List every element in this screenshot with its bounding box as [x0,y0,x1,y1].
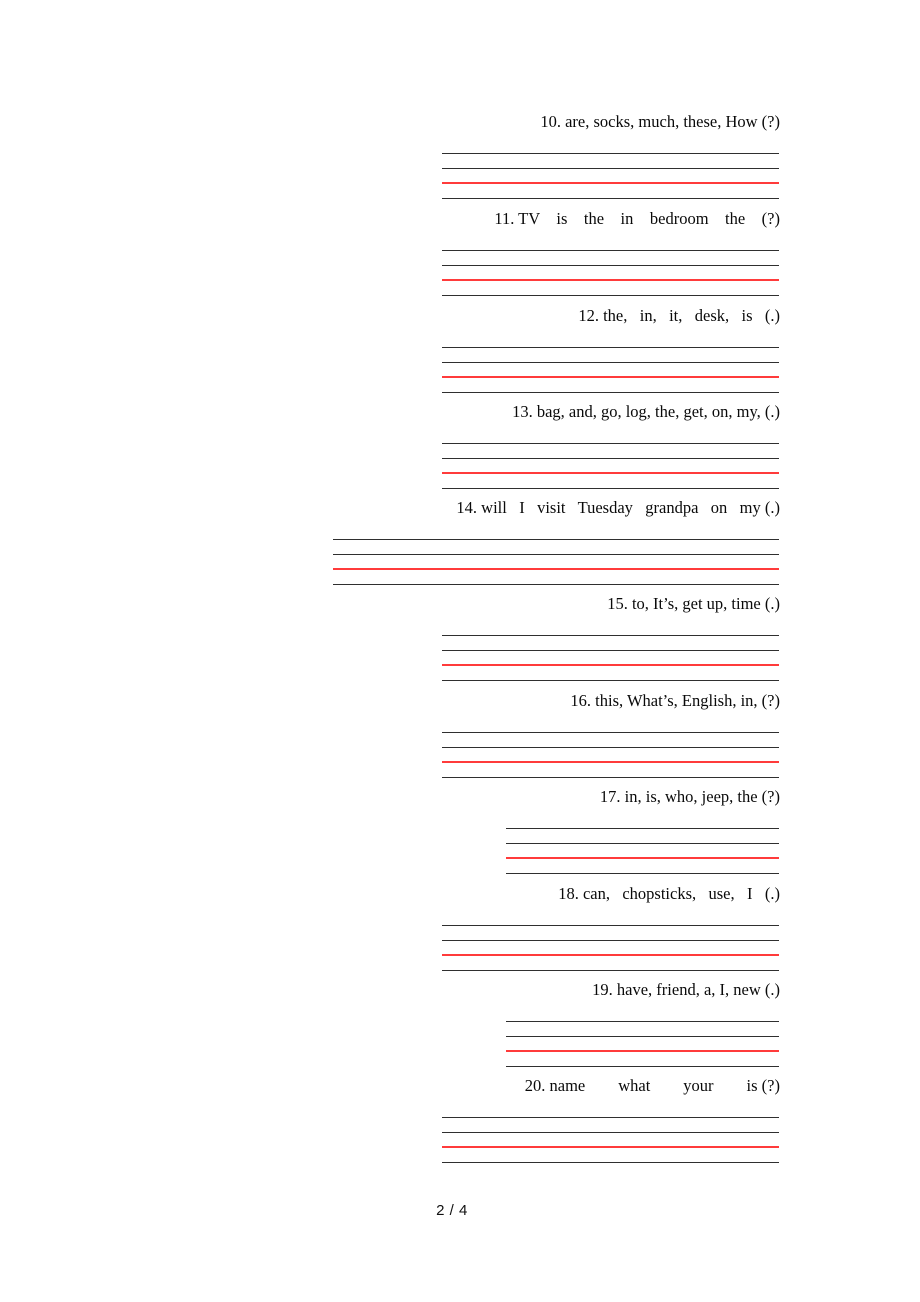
answer-line[interactable] [442,153,779,154]
answer-line-red[interactable] [506,857,779,859]
answer-lines-10[interactable] [442,153,779,199]
answer-lines-17[interactable] [506,828,779,874]
answer-line[interactable] [442,264,779,266]
answer-line[interactable] [442,347,779,348]
answer-line-red[interactable] [506,1050,779,1052]
answer-lines-18[interactable] [442,925,779,971]
answer-line[interactable] [442,635,779,636]
exercise-item-13: 13. bag, and, go, log, the, get, on, my,… [0,402,920,489]
exercise-prompt-13: 13. bag, and, go, log, the, get, on, my,… [512,402,780,421]
exercise-prompt-17: 17. in, is, who, jeep, the (?) [599,787,780,806]
answer-line[interactable] [442,361,779,363]
answer-line-red[interactable] [442,664,779,666]
exercise-prompt-19: 19. have, friend, a, I, new (.) [592,980,780,999]
answer-line-red[interactable] [442,954,779,956]
answer-line[interactable] [442,167,779,169]
answer-line[interactable] [442,294,779,296]
answer-line[interactable] [442,443,779,444]
exercise-item-10: 10. are, socks, much, these, How (?) [0,112,920,199]
page-number: 2 / 4 [436,1202,468,1219]
exercise-item-15: 15. to, It’s, get up, time (.) [0,594,920,681]
exercise-prompt-12: 12. the, in, it, desk, is (.) [578,306,780,325]
answer-lines-11[interactable] [442,250,779,296]
exercise-prompt-20: 20. name what your is (?) [524,1076,780,1095]
answer-line[interactable] [442,746,779,748]
answer-line[interactable] [442,250,779,251]
exercise-prompt-18: 18. can, chopsticks, use, I (.) [558,884,780,903]
answer-line[interactable] [506,842,779,844]
answer-line[interactable] [442,776,779,778]
answer-line[interactable] [442,487,779,489]
exercise-prompt-14: 14. will I visit Tuesday grandpa on my (… [456,498,780,517]
answer-line[interactable] [442,925,779,926]
answer-lines-19[interactable] [506,1021,779,1067]
answer-line[interactable] [442,1161,779,1163]
exercise-item-11: 11. TV is the in bedroom the (?) [0,209,920,296]
exercise-prompt-11: 11. TV is the in bedroom the (?) [494,209,780,228]
answer-line-red[interactable] [333,568,779,570]
answer-line[interactable] [442,679,779,681]
answer-line-red[interactable] [442,376,779,378]
answer-line[interactable] [442,939,779,941]
answer-lines-14[interactable] [333,539,779,585]
answer-lines-15[interactable] [442,635,779,681]
answer-line[interactable] [442,1131,779,1133]
answer-line[interactable] [442,732,779,733]
answer-line-red[interactable] [442,1146,779,1148]
answer-line[interactable] [506,1035,779,1037]
answer-line[interactable] [506,828,779,829]
answer-line-red[interactable] [442,279,779,281]
answer-line[interactable] [442,391,779,393]
answer-lines-16[interactable] [442,732,779,778]
answer-lines-12[interactable] [442,347,779,393]
exercise-item-20: 20. name what your is (?) [0,1076,920,1163]
exercise-prompt-16: 16. this, What’s, English, in, (?) [570,691,780,710]
document-page: 10. are, socks, much, these, How (?) 11.… [0,0,920,1302]
page-footer: 2 / 4 [0,1202,920,1219]
answer-lines-20[interactable] [442,1117,779,1163]
exercise-item-12: 12. the, in, it, desk, is (.) [0,306,920,393]
answer-line[interactable] [333,539,779,540]
exercise-item-16: 16. this, What’s, English, in, (?) [0,691,920,778]
answer-line[interactable] [442,969,779,971]
answer-line[interactable] [506,1065,779,1067]
answer-line[interactable] [506,1021,779,1022]
exercise-item-17: 17. in, is, who, jeep, the (?) [0,787,920,874]
answer-line[interactable] [442,457,779,459]
answer-line[interactable] [333,553,779,555]
answer-line-red[interactable] [442,472,779,474]
answer-lines-13[interactable] [442,443,779,489]
exercise-item-19: 19. have, friend, a, I, new (.) [0,980,920,1067]
answer-line-red[interactable] [442,761,779,763]
answer-line[interactable] [442,197,779,199]
exercise-item-14: 14. will I visit Tuesday grandpa on my (… [0,498,920,585]
answer-line[interactable] [442,1117,779,1118]
exercise-item-18: 18. can, chopsticks, use, I (.) [0,884,920,971]
exercise-prompt-10: 10. are, socks, much, these, How (?) [540,112,780,131]
answer-line[interactable] [333,583,779,585]
answer-line[interactable] [442,649,779,651]
answer-line-red[interactable] [442,182,779,184]
answer-line[interactable] [506,872,779,874]
exercise-prompt-15: 15. to, It’s, get up, time (.) [607,594,780,613]
